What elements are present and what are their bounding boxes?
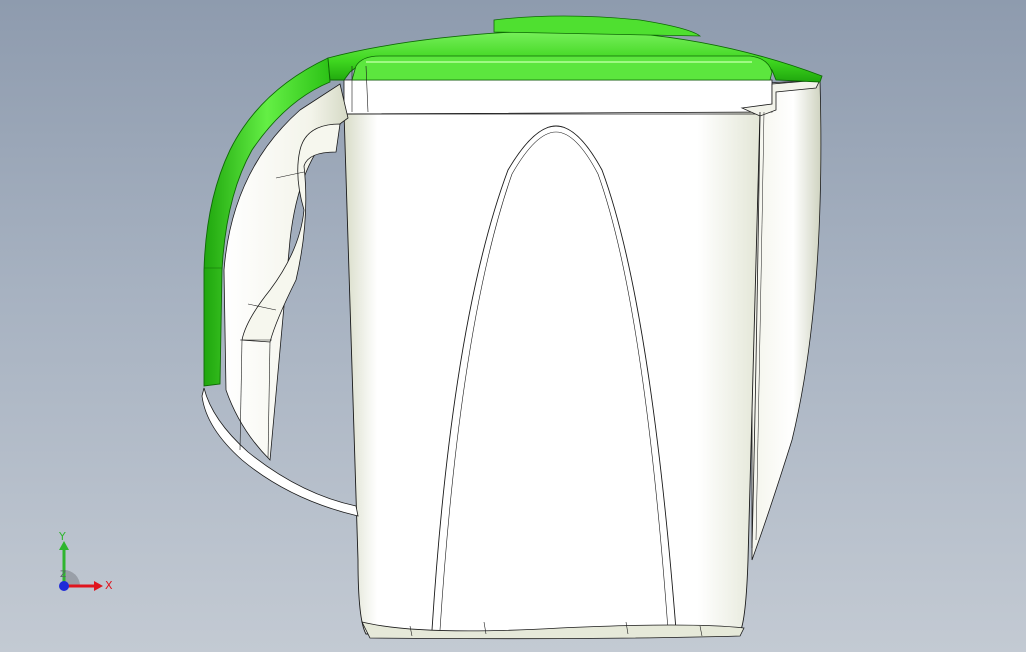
pitcher-body [343,111,761,635]
handle-lower-sweep [201,387,359,517]
pitcher-rim-band [343,79,773,115]
axis-triad[interactable]: Y X Z [50,530,120,600]
x-axis-label: X [105,579,113,592]
lid-cap [493,15,702,37]
y-axis-label: Y [58,530,66,543]
pitcher-model[interactable] [0,0,1026,652]
pitcher-back-shell [751,79,822,561]
graphics-viewport[interactable]: Y X Z [0,0,1026,652]
z-axis-label: Z [60,570,66,580]
lid-tray [351,55,773,81]
z-axis-dot [59,581,69,591]
x-axis-arrowhead [94,581,103,591]
